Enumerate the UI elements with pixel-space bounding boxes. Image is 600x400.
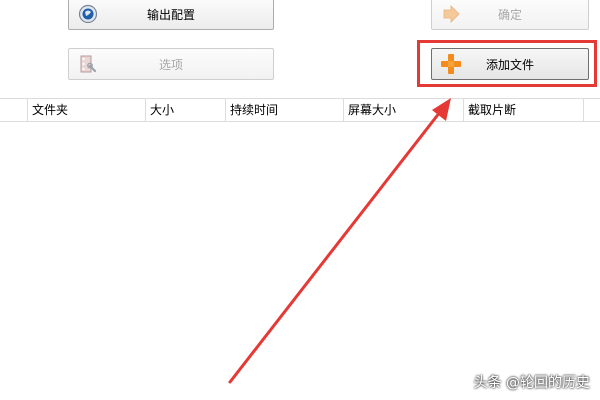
file-list[interactable]	[0, 122, 600, 400]
output-config-button[interactable]: 输出配置	[68, 0, 274, 30]
column-header-size[interactable]: 大小	[146, 99, 226, 121]
column-header-duration[interactable]: 持续时间	[226, 99, 344, 121]
settings-globe-icon	[77, 3, 99, 25]
watermark-text: 头条 @轮回的历史	[473, 375, 590, 391]
table-header-filler	[584, 99, 600, 121]
file-table-header: 文件夹 大小 持续时间 屏幕大小 截取片断	[0, 98, 600, 122]
table-header-blank	[0, 99, 28, 121]
column-header-folder[interactable]: 文件夹	[28, 99, 146, 121]
options-button[interactable]: 选项	[68, 48, 274, 80]
column-header-clip-segment[interactable]: 截取片断	[464, 99, 584, 121]
options-label: 选项	[158, 57, 183, 72]
film-wrench-icon	[77, 53, 99, 75]
column-header-screen-size[interactable]: 屏幕大小	[344, 99, 464, 121]
confirm-button[interactable]: 确定	[431, 0, 589, 30]
app-window: 输出配置 确定 选项 添加文件 文件夹 大小 持续时间 屏幕大小 截取片断 头条…	[0, 0, 600, 400]
highlight-box	[417, 40, 597, 87]
output-config-label: 输出配置	[146, 7, 195, 22]
arrow-right-icon	[440, 3, 462, 25]
